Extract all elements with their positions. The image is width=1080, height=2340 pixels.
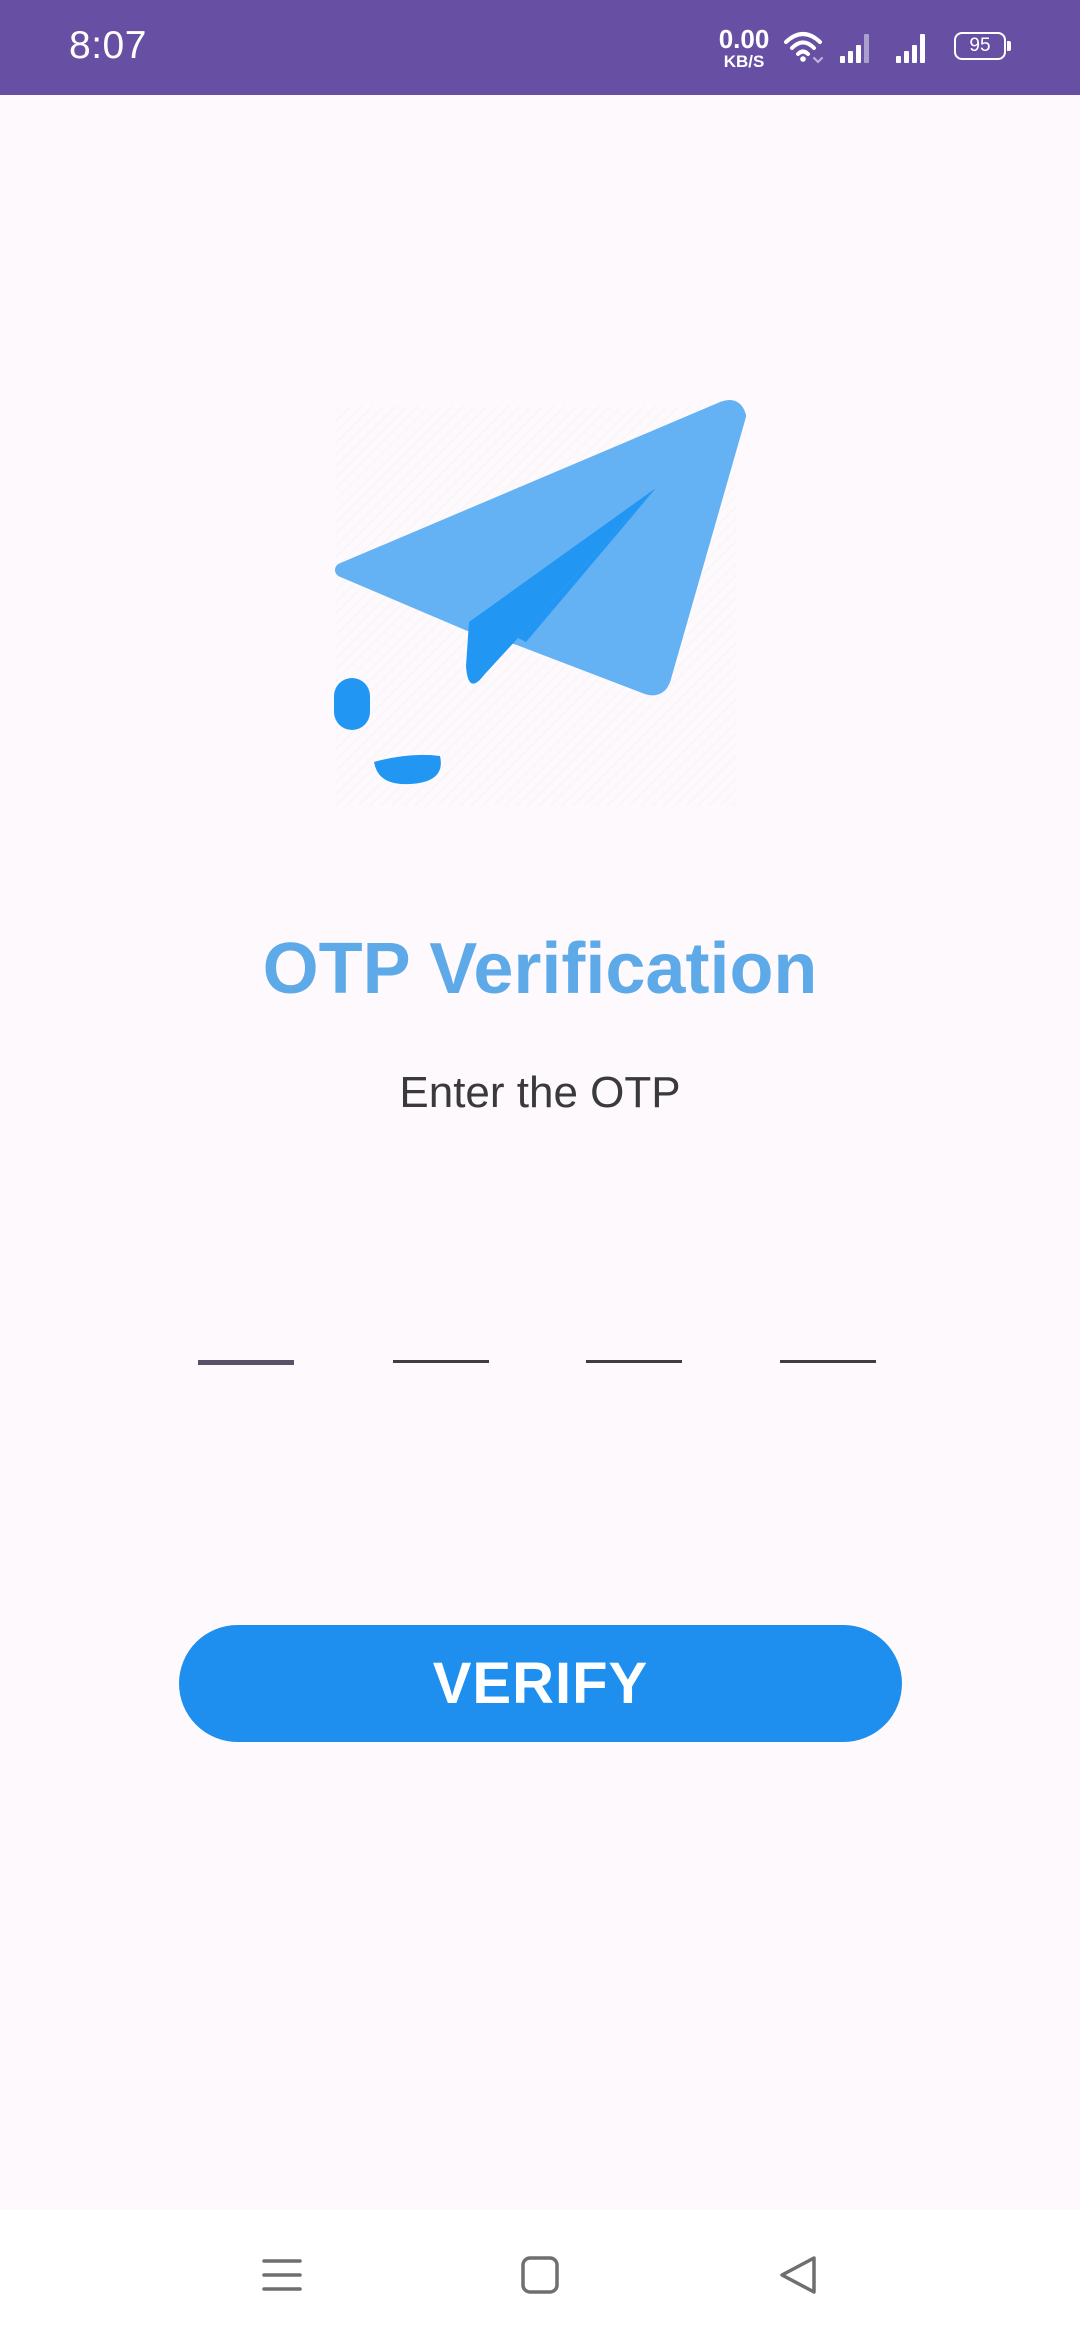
network-speed-unit: KB/S [723,52,765,71]
network-speed: 0.00 KB/S [714,26,774,70]
otp-digit-1-input[interactable] [198,1290,294,1365]
status-time: 8:07 [69,24,147,67]
status-icons [784,32,925,64]
signal-sim2-icon [896,34,925,63]
network-speed-value: 0.00 [718,24,770,54]
home-icon[interactable] [510,2245,570,2305]
back-icon[interactable] [768,2245,828,2305]
signal-sim1-icon [840,34,869,63]
navigation-bar [0,2210,1080,2340]
verify-button[interactable]: VERIFY [179,1625,902,1742]
page-subtitle: Enter the OTP [399,1068,681,1117]
otp-digit-4-input[interactable] [780,1290,876,1363]
page-title: OTP Verification [262,929,818,1009]
status-bar: 8:07 0.00 KB/S 95 [0,0,1080,95]
paper-plane-icon [334,400,746,806]
wifi-icon [784,32,823,64]
recent-apps-icon[interactable] [252,2245,312,2305]
otp-digit-2-input[interactable] [393,1290,489,1363]
battery-icon: 95 [954,32,1011,60]
otp-digit-3-input[interactable] [586,1290,682,1363]
